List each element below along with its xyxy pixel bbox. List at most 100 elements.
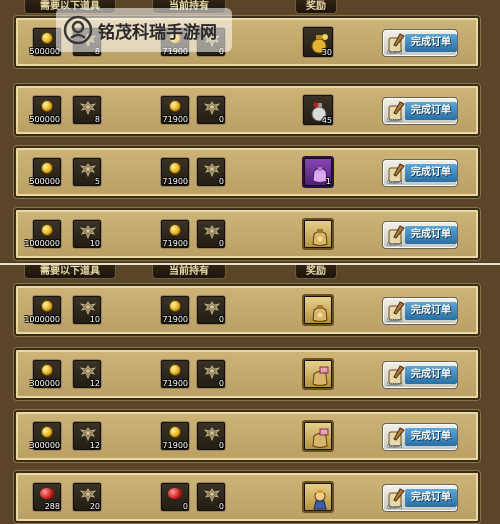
complete-order-button[interactable]: 完成订单 Guard — [382, 423, 458, 451]
required-emblem-slot: 12 — [72, 359, 102, 389]
reward-slot[interactable] — [302, 358, 334, 390]
gold-coin-icon — [169, 224, 181, 236]
order-row: 1000000 10 71900 0 完成订单 Guard — [14, 208, 480, 260]
complete-order-button[interactable]: 完成订单 Guard — [382, 221, 458, 249]
held-emblem-count: 0 — [218, 379, 224, 388]
required-currency-amount: 500000 — [29, 47, 60, 56]
required-emblem-slot: 8 — [72, 95, 102, 125]
required-emblem-count: 10 — [89, 315, 100, 324]
held-emblem-slot: 0 — [196, 295, 226, 325]
held-emblem-slot: 0 — [196, 95, 226, 125]
gold-coin-icon — [41, 100, 53, 112]
required-currency-slot: 1000000 — [24, 295, 62, 325]
complete-order-label: 完成订单 — [405, 102, 457, 120]
gold-coin-icon — [41, 364, 53, 376]
held-emblem-count: 0 — [218, 177, 224, 186]
complete-order-label: 完成订单 — [405, 164, 457, 182]
required-emblem-slot: 12 — [72, 421, 102, 451]
complete-order-button[interactable]: 完成订单 Guard — [382, 484, 458, 512]
button-subtext: Guard — [387, 318, 403, 324]
held-emblem-count: 0 — [218, 239, 224, 248]
reward-slot[interactable] — [302, 420, 334, 452]
complete-order-button[interactable]: 完成订单 Guard — [382, 297, 458, 325]
complete-order-label: 完成订单 — [405, 226, 457, 244]
required-emblem-count: 8 — [94, 115, 100, 124]
held-currency-slot: 71900 — [160, 219, 190, 249]
held-currency-amount: 0 — [182, 502, 188, 511]
required-emblem-count: 20 — [89, 502, 100, 511]
header-reward: 奖励 — [295, 0, 337, 14]
required-currency-amount: 300000 — [29, 379, 60, 388]
held-currency-slot: 71900 — [160, 95, 190, 125]
button-subtext: Guard — [387, 180, 403, 186]
complete-order-label: 完成订单 — [405, 366, 457, 384]
required-currency-amount: 1000000 — [24, 239, 60, 248]
reward-count: 45 — [321, 116, 332, 125]
required-emblem-count: 5 — [94, 177, 100, 186]
held-currency-slot: 71900 — [160, 157, 190, 187]
header-reward: 奖励 — [295, 265, 337, 279]
button-subtext: Guard — [387, 444, 403, 450]
required-currency-slot: 300000 — [29, 359, 62, 389]
held-emblem-count: 0 — [218, 502, 224, 511]
required-currency-slot: 288 — [32, 482, 62, 512]
reward-slot[interactable]: 1 — [302, 156, 334, 188]
reward-slot[interactable] — [302, 294, 334, 326]
button-subtext: Guard — [387, 505, 403, 511]
gold-coin-icon — [41, 426, 53, 438]
complete-order-button[interactable]: 完成订单 Guard — [382, 361, 458, 389]
button-subtext: Guard — [387, 50, 403, 56]
order-row: 500000 5 71900 0 1 完成订单 Guard — [14, 146, 480, 198]
required-currency-amount: 300000 — [29, 441, 60, 450]
required-emblem-slot: 10 — [72, 295, 102, 325]
reward-slot[interactable] — [302, 218, 334, 250]
held-currency-slot: 0 — [160, 482, 190, 512]
complete-order-button[interactable]: 完成订单 Guard — [382, 97, 458, 125]
required-currency-slot: 500000 — [29, 157, 62, 187]
red-gem-icon — [168, 488, 182, 499]
reward-slot[interactable]: 45 — [302, 94, 334, 126]
held-emblem-slot: 0 — [196, 482, 226, 512]
order-row: 300000 12 71900 0 完成订单 Guard — [14, 410, 480, 462]
held-currency-amount: 71900 — [162, 115, 188, 124]
held-currency-amount: 71900 — [162, 379, 188, 388]
required-emblem-count: 10 — [89, 239, 100, 248]
gold-coin-icon — [169, 300, 181, 312]
reward-count: 30 — [321, 48, 332, 57]
gold-coin-icon — [169, 100, 181, 112]
held-currency-amount: 71900 — [162, 239, 188, 248]
treasure-bag-icon — [312, 229, 328, 246]
gold-coin-icon — [169, 426, 181, 438]
order-panel-bottom: 需要以下道具 当前持有 奖励 1000000 10 71900 0 完成订单 Guard 3… — [0, 263, 500, 524]
required-currency-amount: 1000000 — [24, 315, 60, 324]
required-currency-amount: 500000 — [29, 177, 60, 186]
ticket-bag-icon — [312, 366, 329, 386]
button-subtext: Guard — [387, 382, 403, 388]
complete-order-label: 完成订单 — [405, 302, 457, 320]
gold-coin-icon — [41, 300, 53, 312]
reward-slot[interactable] — [302, 481, 334, 513]
reward-slot[interactable]: 30 — [302, 26, 334, 58]
complete-order-button[interactable]: 完成订单 Guard — [382, 159, 458, 187]
held-currency-slot: 71900 — [160, 421, 190, 451]
order-row: 288 20 0 0 完成订单 Guard — [14, 471, 480, 523]
button-subtext: Guard — [387, 242, 403, 248]
watermark-text: 铭茂科瑞手游网 — [98, 23, 217, 43]
character-figure-icon — [313, 489, 327, 510]
required-currency-amount: 500000 — [29, 115, 60, 124]
order-row: 500000 8 71900 0 45 完成订单 Guard — [14, 84, 480, 136]
held-currency-amount: 71900 — [162, 315, 188, 324]
complete-order-button[interactable]: 完成订单 Guard — [382, 29, 458, 57]
required-emblem-slot: 5 — [72, 157, 102, 187]
held-currency-amount: 71900 — [162, 177, 188, 186]
held-emblem-slot: 0 — [196, 359, 226, 389]
red-gem-icon — [40, 488, 54, 499]
held-emblem-count: 0 — [218, 315, 224, 324]
required-currency-slot: 300000 — [29, 421, 62, 451]
complete-order-label: 完成订单 — [405, 428, 457, 446]
required-currency-slot: 500000 — [29, 95, 62, 125]
held-currency-amount: 71900 — [162, 441, 188, 450]
held-emblem-count: 0 — [218, 115, 224, 124]
required-emblem-count: 12 — [89, 441, 100, 450]
gold-coin-icon — [41, 32, 53, 44]
